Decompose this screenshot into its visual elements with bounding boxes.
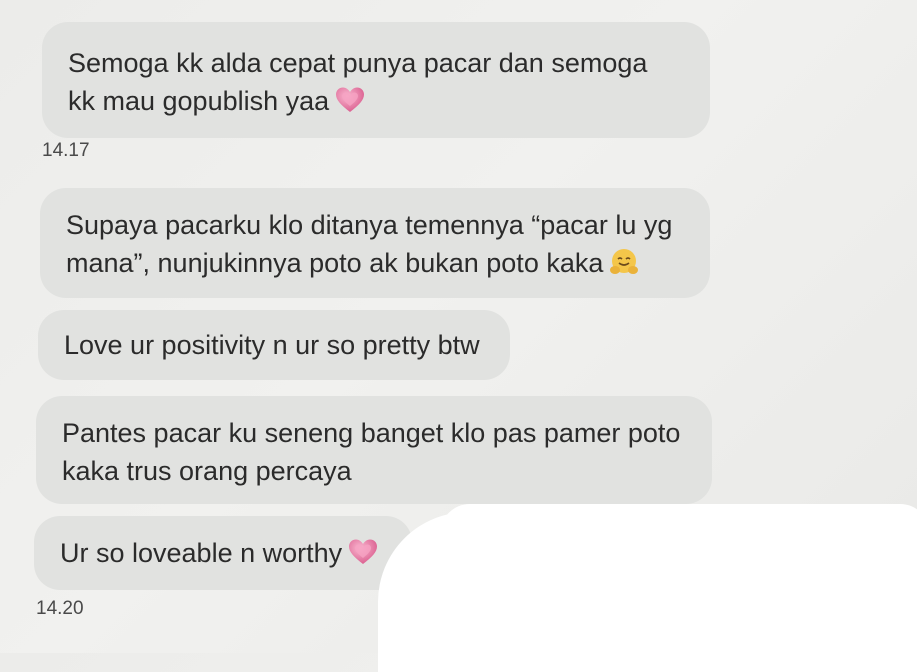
hugging-face-icon (609, 248, 639, 286)
growing-heart-icon (335, 86, 365, 124)
message-bubble-4[interactable]: Pantes pacar ku seneng banget klo pas pa… (36, 396, 712, 504)
message-text: Ur so loveable n worthy (60, 538, 343, 568)
timestamp: 14.20 (36, 598, 84, 619)
redaction-overlay (378, 512, 917, 672)
message-text: Pantes pacar ku seneng banget klo pas pa… (62, 418, 681, 486)
message-text: Love ur positivity n ur so pretty btw (64, 330, 480, 360)
message-bubble-2[interactable]: Supaya pacarku klo ditanya temennya “pac… (40, 188, 710, 298)
growing-heart-icon (348, 538, 378, 576)
message-bubble-3[interactable]: Love ur positivity n ur so pretty btw (38, 310, 510, 380)
chat-thread: Semoga kk alda cepat punya pacar dan sem… (0, 0, 917, 672)
timestamp: 14.17 (42, 140, 90, 161)
message-bubble-5[interactable]: Ur so loveable n worthy (34, 516, 412, 590)
message-bubble-1[interactable]: Semoga kk alda cepat punya pacar dan sem… (42, 22, 710, 138)
message-text: Supaya pacarku klo ditanya temennya “pac… (66, 210, 673, 278)
